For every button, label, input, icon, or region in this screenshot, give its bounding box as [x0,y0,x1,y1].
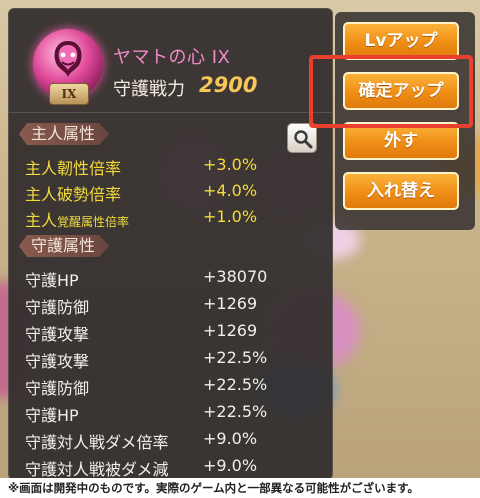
development-disclaimer: ※画面は開発中のものです。実際のゲーム内と一部異なる可能性がございます。 [0,478,480,498]
guard-stat-row: 守護防御 +1269 [25,292,325,318]
stat-label: 主人韌性倍率 [25,159,122,178]
stat-value: +22.5% [203,348,268,367]
stat-label: 守護攻撃 [25,352,90,371]
stat-value: +1269 [203,321,258,340]
stat-value: +3.0% [203,155,258,174]
stat-label: 守護HP [25,271,79,290]
owner-stat-row: 主人韌性倍率 +3.0% [25,153,325,179]
guard-stat-row: 守護防御 +22.5% [25,373,325,399]
stat-value: +9.0% [203,429,258,448]
item-name: ヤマトの心 IX [113,47,231,68]
highlight-frame [309,55,473,128]
stat-value: +22.5% [203,402,268,421]
power-label: 守護戦力 [113,79,185,100]
guard-stat-row: 守護対人戦被ダメ減 +9.0% [25,454,325,480]
stat-value: +1.0% [203,207,258,226]
stat-value: +38070 [203,267,268,286]
stat-label: 守護対人戦ダメ倍率 [25,433,169,452]
stat-label: 守護HP [25,406,79,425]
stat-label: 守護防御 [25,298,90,317]
item-detail-panel: IX ヤマトの心 IX 守護戦力 2900 主人属性 主人韌性倍率 +3.0% … [8,8,333,480]
stat-label: 守護防御 [25,379,90,398]
guard-stat-row: 守護攻撃 +1269 [25,319,325,345]
stat-label: 主人覚醒属性倍率 [25,211,130,230]
stat-label: 守護対人戦被ダメ減 [25,460,169,479]
owner-attributes-title: 主人属性 [19,123,109,145]
guard-stat-row: 守護HP +38070 [25,265,325,291]
stat-value: +9.0% [203,456,258,475]
stat-value: +22.5% [203,375,268,394]
guard-attributes-title: 守護属性 [19,235,109,257]
power-value: 2900 [199,73,258,97]
swap-button[interactable]: 入れ替え [343,172,459,210]
stat-value: +4.0% [203,181,258,200]
guard-stat-row: 守護HP +22.5% [25,400,325,426]
owner-stat-row: 主人覚醒属性倍率 +1.0% [25,205,325,231]
rank-badge: IX [49,83,89,105]
guard-stat-row: 守護対人戦ダメ倍率 +9.0% [25,427,325,453]
stat-label: 主人破勢倍率 [25,185,122,204]
stat-value: +1269 [203,294,258,313]
owner-stat-row: 主人破勢倍率 +4.0% [25,179,325,205]
magnifier-icon [294,130,313,149]
item-header: IX ヤマトの心 IX 守護戦力 2900 [9,9,332,113]
stat-label: 守護攻撃 [25,325,90,344]
guard-stat-row: 守護攻撃 +22.5% [25,346,325,372]
